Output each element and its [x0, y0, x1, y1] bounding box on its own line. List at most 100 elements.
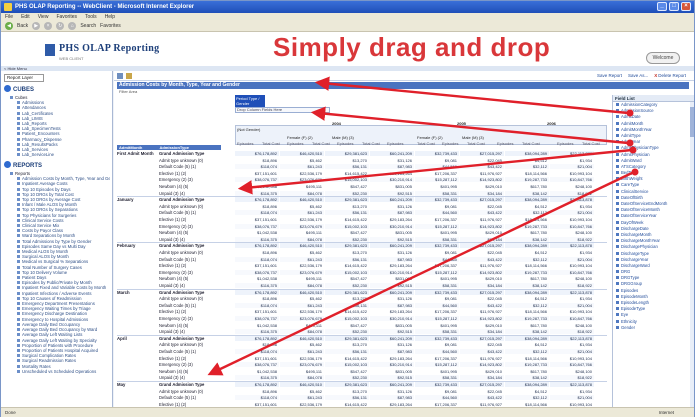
admission-type-label[interactable]: Admit type unknown (0) — [159, 389, 234, 394]
save-as-link[interactable]: Save As... — [628, 73, 648, 78]
admission-type-label[interactable]: Grand Admission Type — [159, 336, 234, 341]
admission-type-label[interactable]: Grand Admission Type — [159, 382, 234, 387]
cube-item[interactable]: Lab_ServiceLine — [5, 152, 110, 157]
search-label[interactable]: Search — [80, 23, 96, 29]
scrollbar-thumb[interactable] — [690, 107, 694, 137]
admission-type-label[interactable]: Unpaid (3) (4) — [159, 237, 234, 242]
menu-file[interactable]: File — [5, 13, 13, 21]
admission-type-label[interactable]: Emergency (2) (3) — [159, 316, 234, 321]
row-header-type[interactable]: AdmissionType — [159, 145, 189, 150]
menu-view[interactable]: View — [38, 13, 49, 21]
month-label[interactable]: April — [117, 336, 157, 341]
admission-type-label[interactable]: Grand Admission Type — [159, 151, 234, 156]
admission-type-label[interactable]: Unpaid (3) (4) — [159, 329, 234, 334]
admission-type-label[interactable]: Elective (1) (2) — [159, 263, 234, 268]
welcome-button[interactable]: Welcome — [646, 52, 680, 64]
admission-type-label[interactable]: Default Code (5) (1) — [159, 303, 234, 308]
admission-type-label[interactable]: Newborn (4) (5) — [159, 369, 234, 374]
month-label[interactable]: First Admit Month — [117, 151, 157, 156]
menu-help[interactable]: Help — [105, 13, 115, 21]
admission-type-label[interactable]: Newborn (4) (5) — [159, 230, 234, 235]
menu-edit[interactable]: Edit — [21, 13, 30, 21]
admission-type-label[interactable]: Admit type unknown (0) — [159, 342, 234, 347]
month-label[interactable]: January — [117, 197, 157, 202]
admission-type-label[interactable]: Unpaid (3) (4) — [159, 191, 234, 196]
report-item[interactable]: Unscheduled vs Scheduled Operations — [5, 369, 110, 374]
admission-type-label[interactable]: Grand Admission Type — [159, 290, 234, 295]
data-cell: $11,976,927 — [460, 309, 504, 315]
admission-type-label[interactable]: Admit type unknown (0) — [159, 296, 234, 301]
data-cell: $38,094,289 — [505, 382, 549, 387]
admission-type-label[interactable]: Default Code (5) (1) — [159, 257, 234, 262]
data-cell: $13,270 — [325, 296, 369, 302]
admission-type-label[interactable]: Grand Admission Type — [159, 243, 234, 248]
field-list-item[interactable]: Gender — [613, 325, 694, 331]
close-button[interactable]: × — [681, 2, 691, 11]
admission-type-label[interactable]: Default Code (5) (1) — [159, 164, 234, 169]
data-cell: $22,536,179 — [280, 170, 324, 176]
delete-report-link[interactable]: XDelete Report — [654, 73, 686, 78]
filter-area[interactable]: Filter Area — [117, 89, 607, 94]
forward-button[interactable]: ▶ — [32, 22, 41, 30]
month-label[interactable]: May — [117, 382, 157, 387]
field-list-scrollbar[interactable] — [690, 102, 694, 407]
admission-type-label[interactable]: Default Code (5) (1) — [159, 349, 234, 354]
save-report-link[interactable]: Save Report — [597, 73, 622, 78]
minimize-button[interactable]: _ — [657, 2, 667, 11]
admission-type-label[interactable]: Default Code (5) (1) — [159, 210, 234, 215]
tree-node-icon — [17, 132, 20, 136]
admission-type-label[interactable]: Unpaid (3) (4) — [159, 283, 234, 288]
admission-type-label[interactable]: Newborn (4) (5) — [159, 323, 234, 328]
data-cell: $10,993,104 — [550, 309, 594, 315]
data-cell: $52,230 — [325, 190, 369, 196]
data-cell: $29,381,623 — [325, 382, 369, 387]
column-field-header[interactable]: Period Type / Gender — [235, 95, 265, 107]
gender-header[interactable]: Female (F) (2) — [417, 135, 462, 140]
refresh-button[interactable]: ↻ — [56, 22, 65, 30]
menu-favorites[interactable]: Favorites — [56, 13, 77, 21]
gender-header[interactable]: Male (M) (3) — [462, 135, 507, 140]
data-cell: $15,287,112 — [415, 177, 459, 183]
home-button[interactable]: ⌂ — [68, 22, 77, 30]
field-list-title: Field List — [613, 95, 694, 102]
gender-header[interactable]: Male (M) (3) — [332, 135, 377, 140]
report-layer-select[interactable]: Report Layer — [4, 74, 44, 82]
admission-type-label[interactable]: Newborn (4) (5) — [159, 276, 234, 281]
admission-type-label[interactable]: Emergency (2) (3) — [159, 362, 234, 367]
move-icon[interactable] — [117, 73, 123, 79]
favorites-label[interactable]: Favorites — [100, 23, 121, 29]
row-header-month[interactable]: AdmitMonth — [119, 145, 142, 150]
admission-type-label[interactable]: Emergency (2) (3) — [159, 270, 234, 275]
data-cell: $31,126 — [370, 157, 414, 163]
back-button[interactable]: ◀ — [5, 22, 13, 30]
admission-type-label[interactable]: Admit type unknown (0) — [159, 250, 234, 255]
field-name: DischargePhysician — [621, 244, 658, 250]
admission-type-label[interactable]: Admit type unknown (0) — [159, 204, 234, 209]
admission-type-label[interactable]: Emergency (2) (3) — [159, 224, 234, 229]
menu-tools[interactable]: Tools — [85, 13, 97, 21]
maximize-button[interactable]: □ — [669, 2, 679, 11]
admission-type-label[interactable]: Newborn (4) (5) — [159, 184, 234, 189]
month-label[interactable]: February — [117, 243, 157, 248]
admission-type-label[interactable]: Elective (1) (2) — [159, 171, 234, 176]
folder-icon[interactable] — [126, 73, 132, 79]
gender-header[interactable]: Female (F) (2) — [287, 135, 332, 140]
data-cell: $84,078 — [280, 190, 324, 196]
tree-node-icon — [17, 369, 20, 373]
admission-type-label[interactable]: Elective (1) (2) — [159, 356, 234, 361]
month-label[interactable]: March — [117, 290, 157, 295]
data-cell: $46,420,510 — [280, 382, 324, 387]
column-drop-zone[interactable]: Drop Column Fields Here — [235, 107, 330, 113]
data-cell: $76,178,892 — [235, 289, 279, 295]
tree-node-icon — [17, 322, 20, 326]
data-cell: $18,922 — [550, 329, 594, 335]
admission-type-label[interactable]: Elective (1) (2) — [159, 217, 234, 222]
admission-type-label[interactable]: Unpaid (3) (4) — [159, 375, 234, 380]
admission-type-label[interactable]: Admit type unknown (0) — [159, 158, 234, 163]
gender-header[interactable]: (Not Gender) — [237, 127, 297, 132]
admission-type-label[interactable]: Grand Admission Type — [159, 197, 234, 202]
admission-type-label[interactable]: Emergency (2) (3) — [159, 177, 234, 182]
admission-type-label[interactable]: Elective (1) (2) — [159, 309, 234, 314]
stop-button[interactable]: × — [44, 22, 53, 30]
admission-type-label[interactable]: Default Code (5) (1) — [159, 395, 234, 400]
